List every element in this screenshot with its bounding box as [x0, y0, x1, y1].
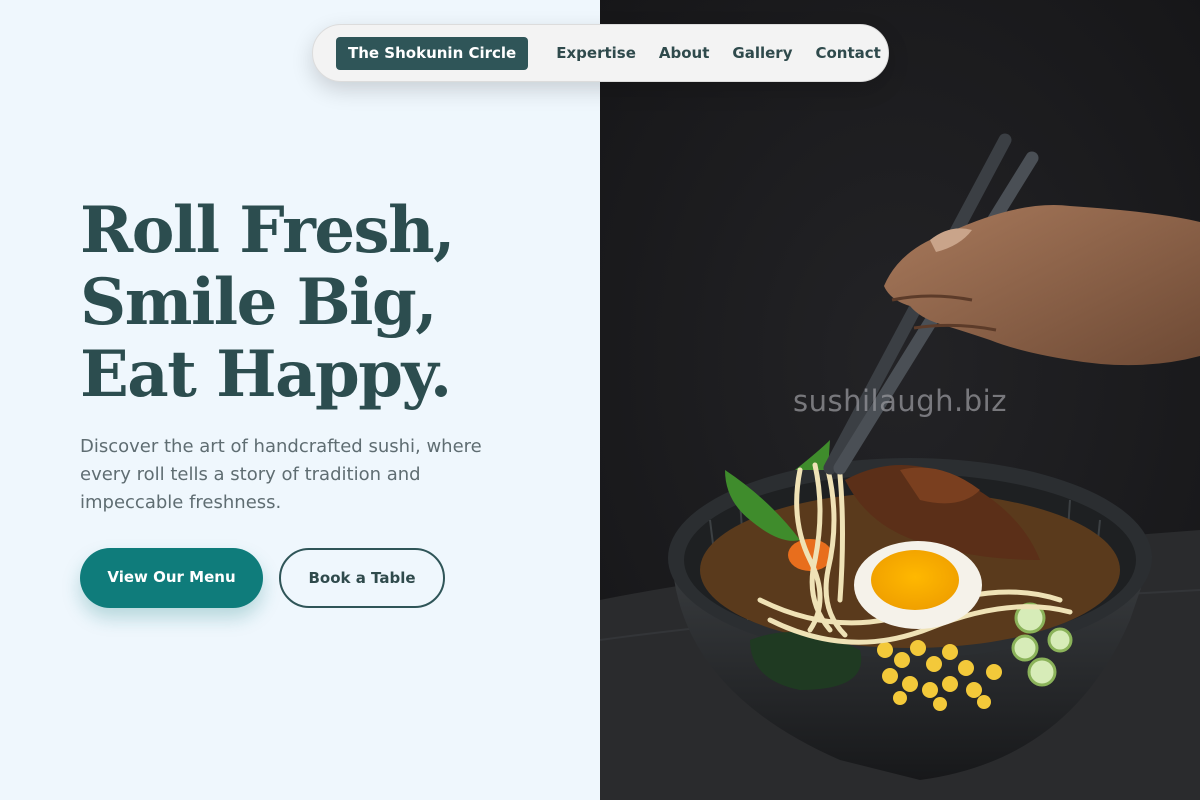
brand-logo[interactable]: The Shokunin Circle — [336, 36, 529, 70]
headline-line-1: Roll Fresh, — [80, 193, 455, 268]
nav-link-about[interactable]: About — [659, 44, 710, 62]
headline-line-2: Smile Big, — [80, 265, 437, 340]
nav-links: Expertise About Gallery Contact — [556, 44, 904, 62]
watermark-text: sushilaugh.biz — [793, 384, 1007, 418]
nav-link-contact[interactable]: Contact — [815, 44, 880, 62]
headline-line-3: Eat Happy. — [80, 337, 452, 412]
hero-left-pane: Roll Fresh, Smile Big, Eat Happy. Discov… — [0, 0, 600, 800]
view-menu-button[interactable]: View Our Menu — [80, 548, 263, 608]
nav-link-expertise[interactable]: Expertise — [556, 44, 636, 62]
book-table-button[interactable]: Book a Table — [279, 548, 445, 608]
hero-headline: Roll Fresh, Smile Big, Eat Happy. — [80, 193, 455, 412]
hero-image: sushilaugh.biz — [600, 0, 1200, 800]
nav-link-gallery[interactable]: Gallery — [732, 44, 792, 62]
hero-subtext: Discover the art of handcrafted sushi, w… — [80, 436, 482, 513]
top-nav: The Shokunin Circle Expertise About Gall… — [312, 24, 889, 82]
